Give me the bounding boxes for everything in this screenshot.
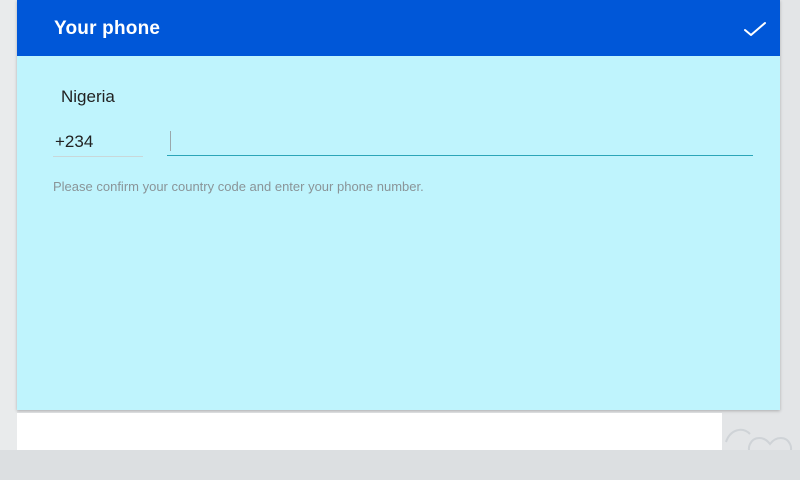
- hint-text: Please confirm your country code and ent…: [53, 179, 424, 194]
- phone-dialog: Your phone Nigeria +234 Please confirm y…: [17, 0, 780, 410]
- country-code-value: +234: [55, 132, 94, 151]
- text-caret: [170, 131, 171, 151]
- country-code-field[interactable]: +234: [53, 128, 143, 157]
- dialog-titlebar: Your phone: [17, 0, 780, 56]
- dialog-title: Your phone: [54, 18, 161, 39]
- check-icon: [744, 22, 766, 36]
- bottom-panel: [17, 413, 722, 450]
- confirm-button[interactable]: [740, 14, 770, 44]
- country-selector[interactable]: Nigeria: [61, 87, 115, 107]
- swirl-doodle-icon: [725, 428, 751, 443]
- left-gutter: [0, 0, 17, 480]
- phone-number-input[interactable]: [167, 128, 753, 156]
- bottom-strip: [0, 450, 800, 480]
